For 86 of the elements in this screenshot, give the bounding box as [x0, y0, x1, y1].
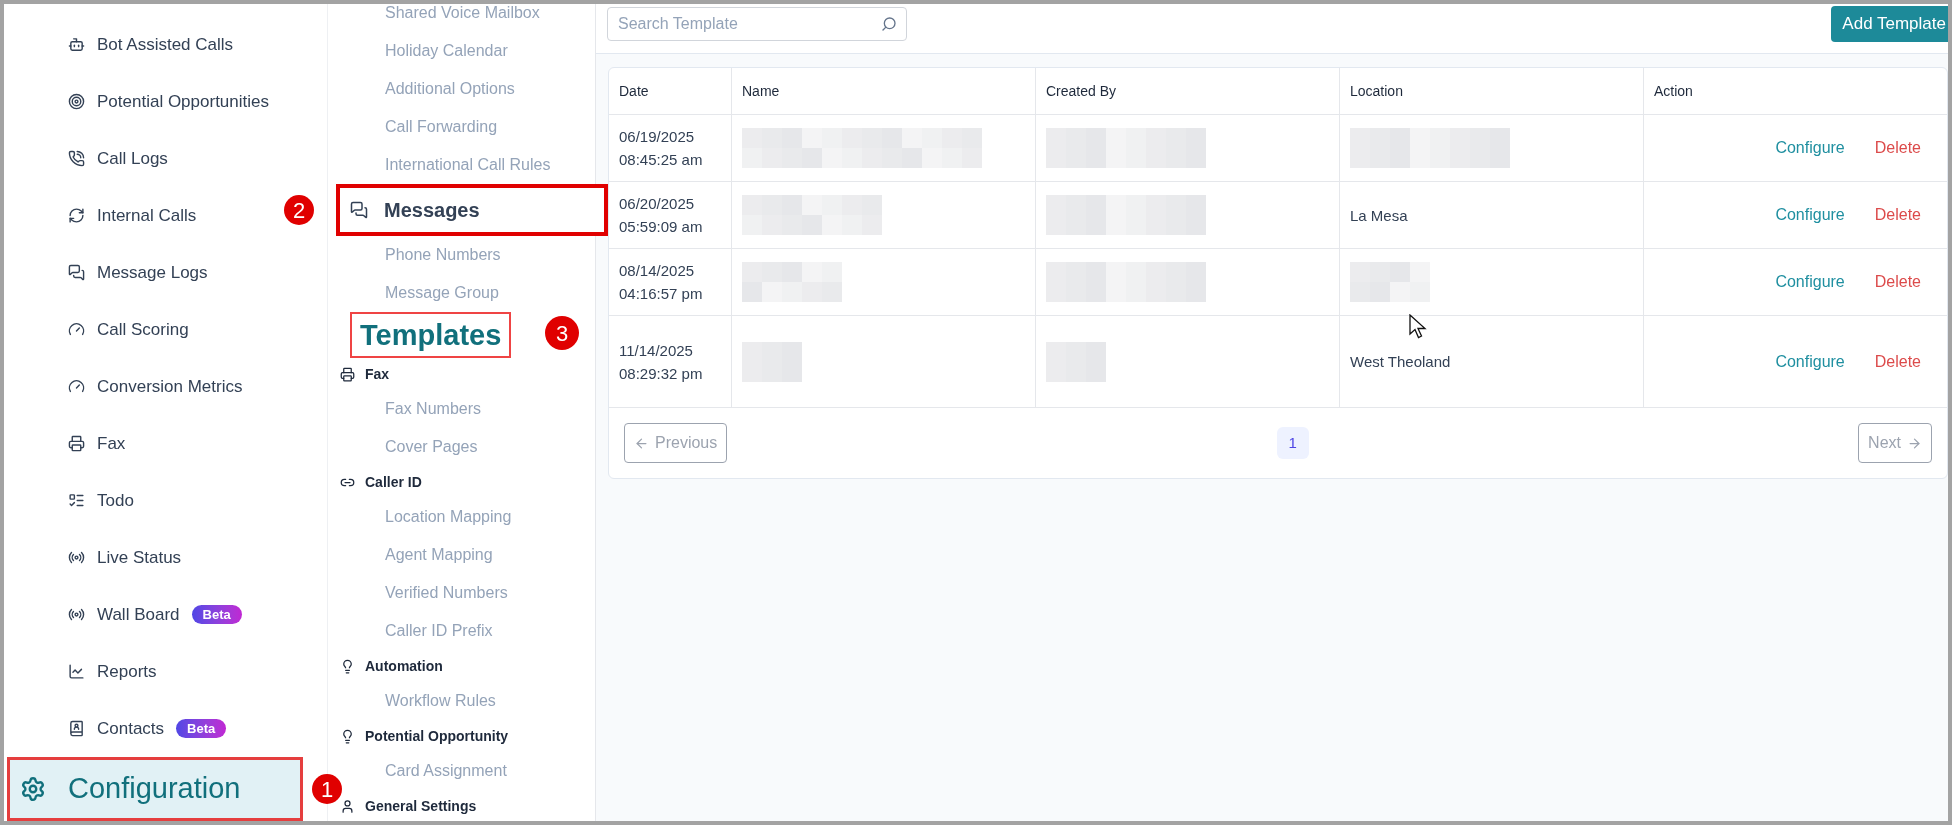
nav-item[interactable]: Agent Mapping: [385, 543, 493, 567]
nav-item[interactable]: International Call Rules: [385, 153, 551, 177]
column-header: Location: [1350, 81, 1403, 101]
sidebar-item[interactable]: Potential Opportunities: [68, 88, 269, 115]
delete-link[interactable]: Delete: [1874, 203, 1921, 227]
table-cell-text: 06/19/2025 08:45:25 am: [619, 127, 704, 170]
sidebar-item[interactable]: Contacts: [68, 715, 165, 742]
section-header: Fax: [340, 363, 390, 385]
configure-link[interactable]: Configure: [1775, 136, 1845, 160]
sidebar-item[interactable]: Call Logs: [68, 145, 168, 172]
nav-item[interactable]: Holiday Calendar: [385, 39, 508, 63]
sidebar-item[interactable]: Conversion Metrics: [68, 373, 243, 400]
sidebar-item[interactable]: Reports: [68, 658, 157, 685]
chat-icon: [350, 201, 368, 219]
table-cell-text: West Theoland: [1350, 352, 1451, 372]
sidebar-item[interactable]: Todo: [68, 487, 134, 514]
nav-item[interactable]: Call Forwarding: [385, 115, 498, 139]
checklist-icon: [68, 492, 85, 509]
broadcast-icon: [68, 549, 85, 566]
page-button[interactable]: 1: [1276, 427, 1309, 459]
step-number: 3: [545, 316, 579, 350]
blurred-text: [742, 341, 802, 382]
configure-link[interactable]: Configure: [1775, 349, 1845, 374]
fax-icon: [68, 435, 85, 452]
nav-item[interactable]: Location Mapping: [385, 505, 512, 529]
step-number: 2: [284, 195, 314, 225]
chat-icon: [68, 264, 85, 281]
search-field[interactable]: Search Template: [607, 6, 907, 41]
arrow-right-icon: [1907, 435, 1922, 451]
settings-icon: [20, 776, 46, 802]
table-cell-text: 06/20/2025 05:59:09 am: [619, 194, 704, 237]
section-header: Potential Opportunity: [340, 725, 509, 747]
nav-item[interactable]: Verified Numbers: [385, 581, 508, 605]
delete-link[interactable]: Delete: [1874, 270, 1921, 294]
nav-item[interactable]: Fax Numbers: [385, 397, 482, 421]
sidebar-item[interactable]: Live Status: [68, 544, 182, 571]
section-header: Caller ID: [340, 471, 422, 493]
gauge-icon: [68, 321, 85, 338]
blurred-text: [1046, 341, 1106, 382]
table-cell-text: La Mesa: [1350, 205, 1408, 226]
column-header: Action: [1654, 81, 1693, 101]
nav-item[interactable]: Message Group: [385, 281, 499, 305]
configure-link[interactable]: Configure: [1775, 203, 1845, 227]
sidebar-item[interactable]: Message Logs: [68, 259, 208, 286]
table-cell-text: 08/14/2025 04:16:57 pm: [619, 261, 704, 304]
section-header: Messages: [336, 184, 608, 236]
nav-item[interactable]: Phone Numbers: [385, 243, 501, 267]
column-header: Name: [742, 81, 780, 101]
section-header: Automation: [340, 655, 443, 677]
nav-item[interactable]: Templates: [350, 312, 512, 358]
sidebar-item[interactable]: Fax: [68, 430, 126, 457]
user-icon: [340, 798, 355, 814]
phone-icon: [68, 150, 85, 167]
sidebar-item[interactable]: Internal Calls: [68, 202, 197, 229]
sidebar-item[interactable]: Bot Assisted Calls: [68, 31, 234, 58]
search-icon: [881, 15, 897, 32]
broadcast-icon: [68, 606, 85, 623]
configure-link[interactable]: Configure: [1775, 270, 1845, 294]
delete-link[interactable]: Delete: [1874, 349, 1921, 374]
delete-link[interactable]: Delete: [1874, 136, 1921, 160]
beta-badge: Beta: [176, 718, 227, 739]
column-header: Created By: [1046, 81, 1117, 101]
chart-icon: [68, 663, 85, 680]
sidebar-item[interactable]: Call Scoring: [68, 316, 189, 343]
cursor-icon: [1409, 314, 1427, 340]
beta-badge: Beta: [191, 604, 242, 625]
lightbulb-icon: [340, 728, 355, 744]
target-icon: [68, 93, 85, 110]
nav-item[interactable]: Cover Pages: [385, 435, 478, 459]
contact-book-icon: [68, 720, 85, 737]
gauge-icon: [68, 378, 85, 395]
step-number: 1: [312, 774, 342, 804]
nav-item[interactable]: Caller ID Prefix: [385, 619, 493, 643]
add-template-button[interactable]: Add Template: [1831, 5, 1948, 42]
sidebar-item[interactable]: Configuration: [7, 757, 303, 821]
sidebar-item[interactable]: Wall Board: [68, 601, 180, 628]
table-cell-text: 11/14/2025 08:29:32 pm: [619, 340, 704, 384]
lightbulb-icon: [340, 658, 355, 674]
nav-item[interactable]: Card Assignment: [385, 759, 507, 783]
fax-icon: [340, 366, 355, 382]
nav-item[interactable]: Additional Options: [385, 77, 515, 101]
nav-item[interactable]: Workflow Rules: [385, 689, 496, 713]
column-header: Date: [619, 81, 649, 101]
section-header: General Settings: [340, 795, 477, 817]
nav-item[interactable]: Shared Voice Mailbox: [385, 4, 540, 25]
robot-icon: [68, 36, 85, 53]
